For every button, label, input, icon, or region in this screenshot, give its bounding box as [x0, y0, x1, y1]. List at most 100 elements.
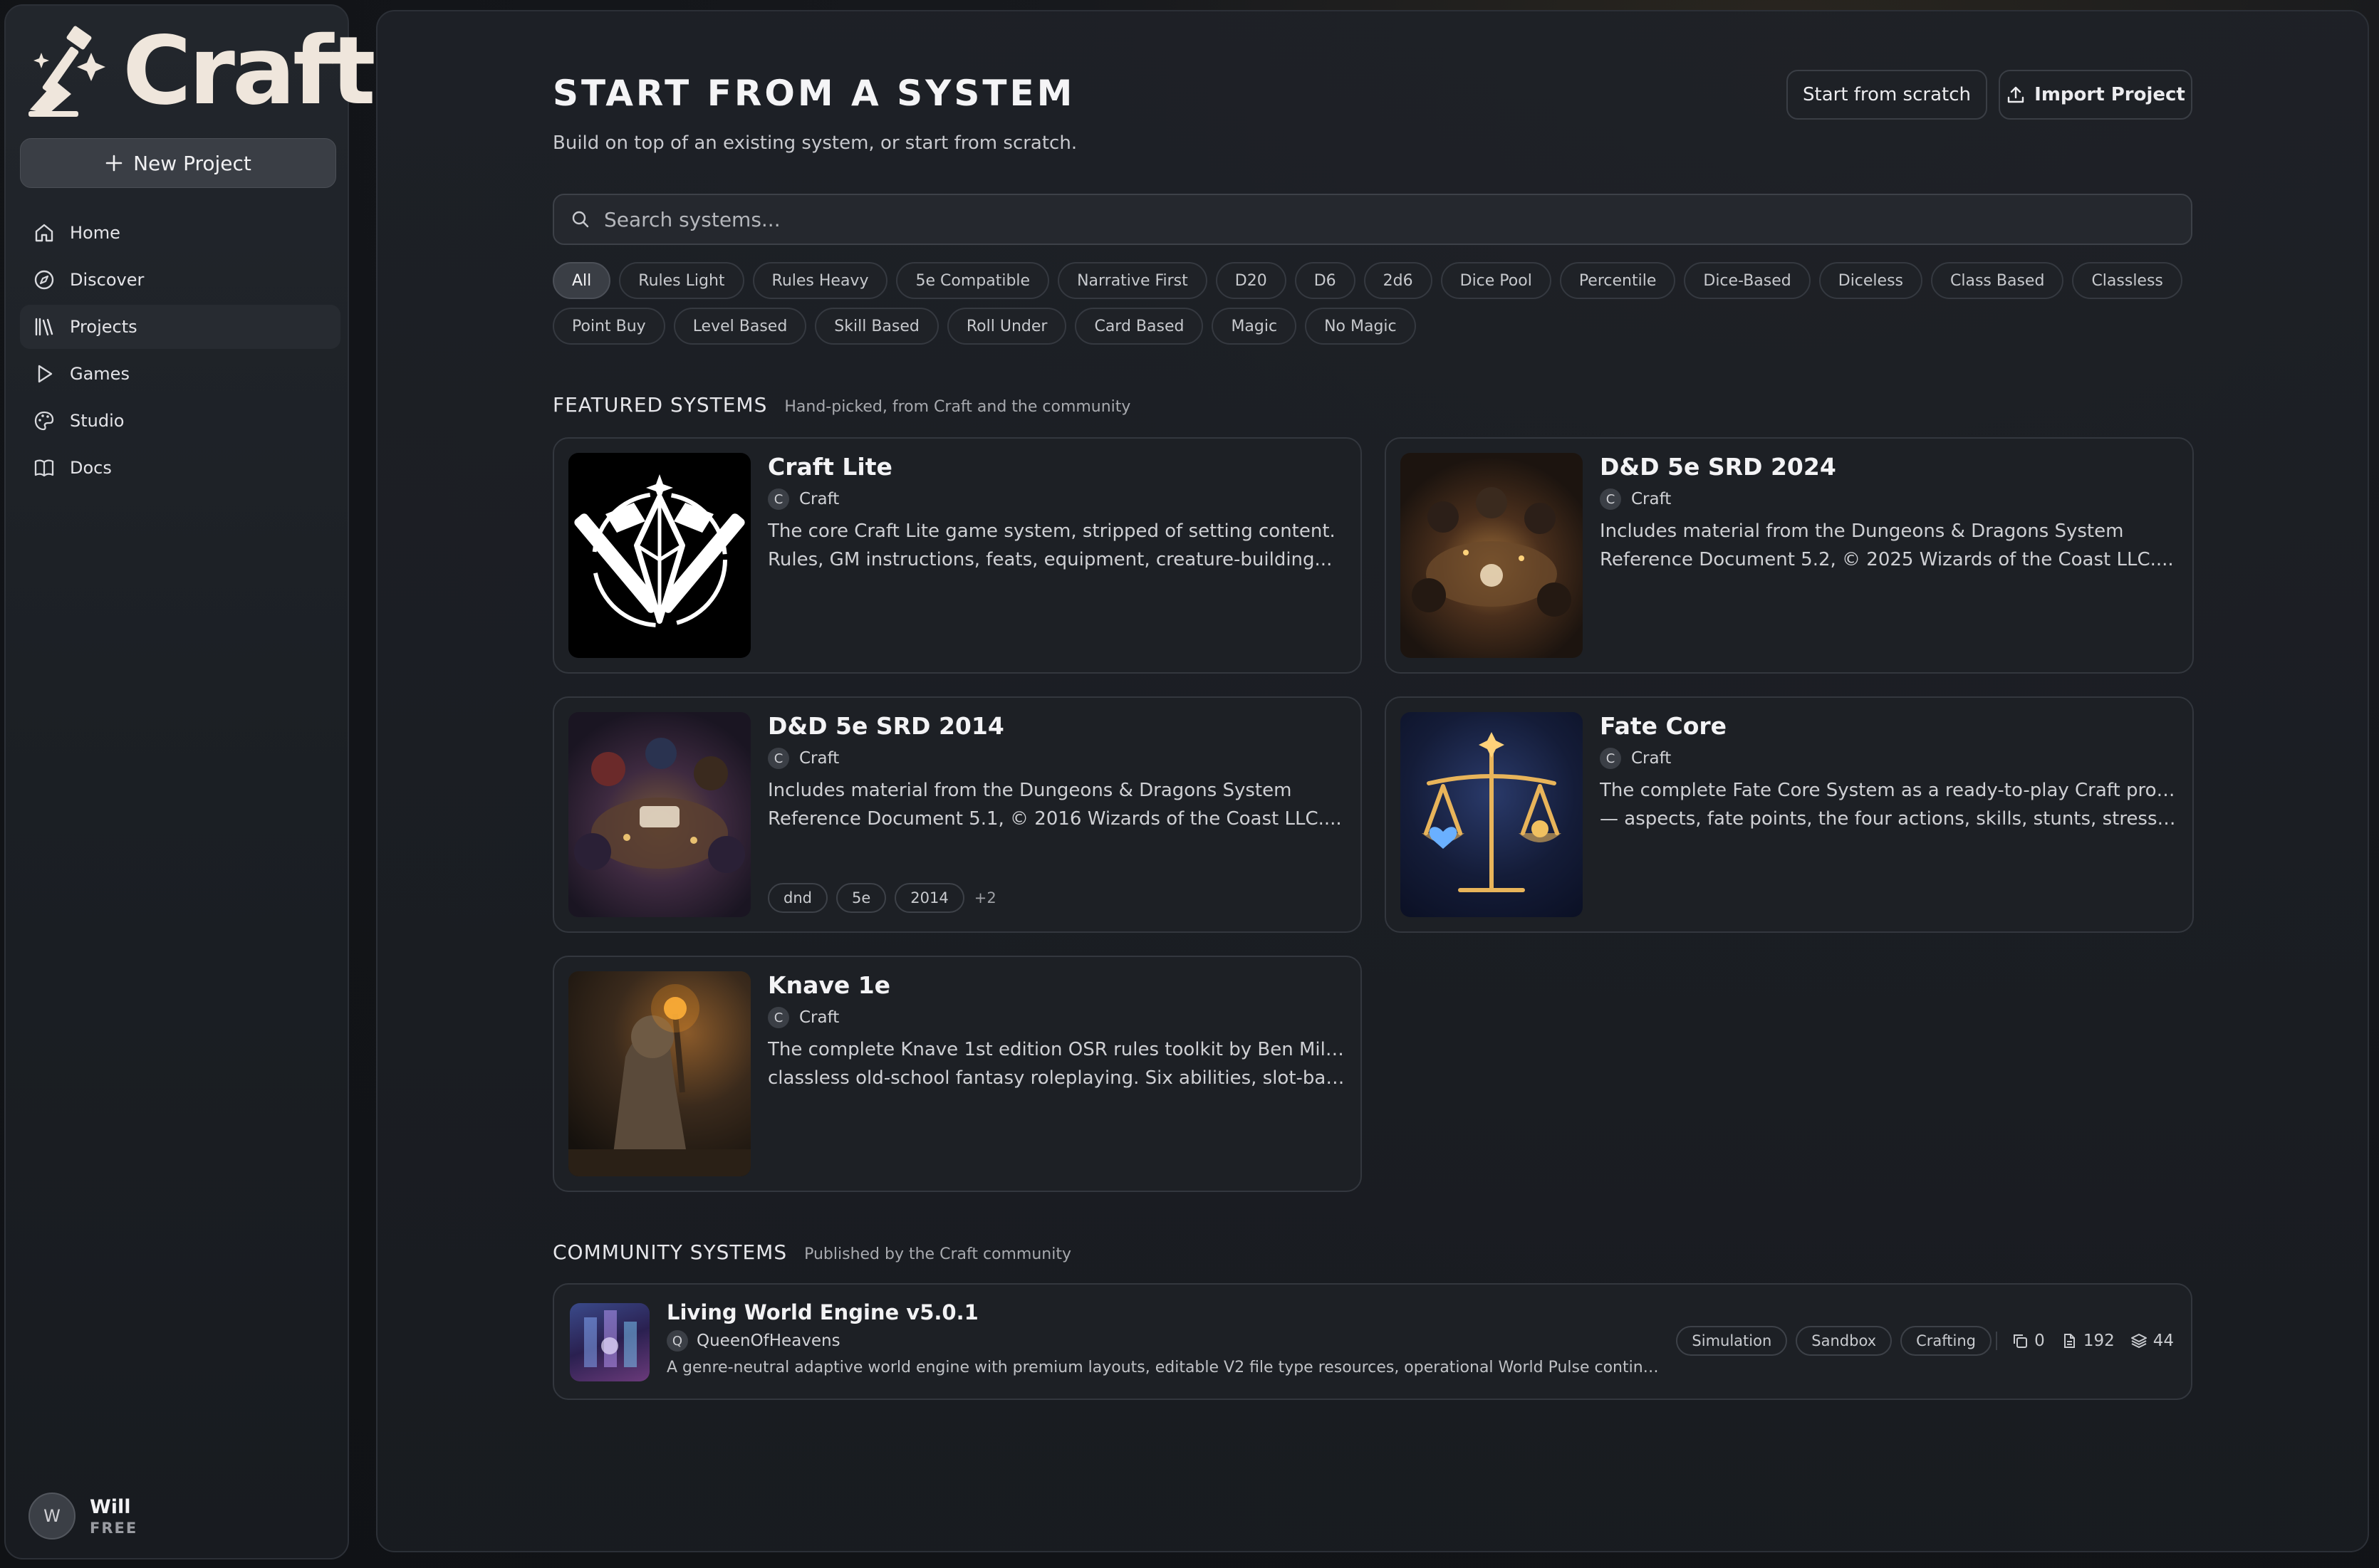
search-bar[interactable] [553, 194, 2192, 245]
featured-title: FEATURED SYSTEMS [553, 393, 768, 417]
user-profile[interactable]: W Will FREE [28, 1493, 137, 1540]
system-title: D&D 5e SRD 2014 [768, 712, 1004, 740]
system-card-dnd-5e-srd-2024[interactable]: D&D 5e SRD 2024 C Craft Includes materia… [1385, 437, 2194, 674]
tag-simulation[interactable]: Simulation [1676, 1326, 1788, 1356]
filter-chip-roll-under[interactable]: Roll Under [947, 308, 1067, 345]
tag-2014[interactable]: 2014 [895, 883, 964, 913]
sidebar-item-discover[interactable]: Discover [20, 258, 340, 302]
author-badge: Q [667, 1330, 688, 1352]
system-thumbnail [1400, 453, 1583, 658]
new-project-button[interactable]: New Project [20, 138, 336, 188]
system-author: C Craft [1600, 748, 1671, 769]
tag-dnd[interactable]: dnd [768, 883, 828, 913]
play-icon [38, 365, 53, 383]
filter-chip-2d6[interactable]: 2d6 [1363, 262, 1432, 299]
author-name: Craft [799, 1008, 840, 1027]
community-system-row[interactable]: Living World Engine v5.0.1 Q QueenOfHeav… [553, 1283, 2192, 1400]
import-project-label: Import Project [2034, 84, 2185, 105]
sidebar-item-games[interactable]: Games [20, 352, 340, 396]
system-title: D&D 5e SRD 2024 [1600, 453, 1836, 481]
filter-chip-dice-based[interactable]: Dice-Based [1684, 262, 1811, 299]
search-input[interactable] [603, 207, 1885, 232]
copy-icon [2014, 1334, 2028, 1348]
filter-chip-5e-compatible[interactable]: 5e Compatible [896, 262, 1050, 299]
files-stat: 192 [2061, 1332, 2115, 1350]
start-from-scratch-button[interactable]: Start from scratch [1786, 70, 1987, 120]
system-title: Knave 1e [768, 971, 891, 999]
search-icon [572, 211, 589, 228]
filter-chip-rules-heavy[interactable]: Rules Heavy [752, 262, 888, 299]
system-title: Living World Engine v5.0.1 [667, 1300, 979, 1324]
hammer-logo-icon [28, 26, 105, 117]
tag-crafting[interactable]: Crafting [1900, 1326, 1992, 1356]
logo-wordmark: Craft [123, 16, 376, 126]
filter-chip-d6[interactable]: D6 [1294, 262, 1355, 299]
description-line: The core Craft Lite game system, strippe… [768, 521, 1336, 542]
filter-chip-magic[interactable]: Magic [1212, 308, 1297, 345]
system-description: Includes material from the Dungeons & Dr… [768, 776, 1345, 833]
filter-chip-diceless[interactable]: Diceless [1818, 262, 1923, 299]
system-title: Craft Lite [768, 453, 892, 481]
tabletop-party-illustration-icon [574, 738, 745, 873]
system-author: Q QueenOfHeavens [667, 1330, 840, 1352]
tag-5e[interactable]: 5e [835, 883, 887, 913]
filter-chip-level-based[interactable]: Level Based [673, 308, 807, 345]
home-icon [35, 224, 53, 242]
new-project-label: New Project [133, 151, 251, 175]
filter-chip-no-magic[interactable]: No Magic [1305, 308, 1416, 345]
system-card-dnd-5e-srd-2014[interactable]: D&D 5e SRD 2014 C Craft Includes materia… [553, 696, 1362, 933]
author-name: Craft [1631, 749, 1672, 768]
system-card-fate-core[interactable]: Fate Core C Craft The complete Fate Core… [1385, 696, 2194, 933]
files-count: 192 [2083, 1332, 2115, 1350]
filter-chip-skill-based[interactable]: Skill Based [815, 308, 939, 345]
author-name: QueenOfHeavens [697, 1332, 840, 1350]
tabletop-party-illustration-icon [1412, 487, 1571, 617]
craft-logo[interactable]: Craft [27, 16, 376, 126]
filter-chip-card-based[interactable]: Card Based [1075, 308, 1204, 345]
filter-chip-narrative-first[interactable]: Narrative First [1058, 262, 1207, 299]
sidebar-item-docs[interactable]: Docs [20, 446, 340, 490]
system-description: The complete Knave 1st edition OSR rules… [768, 1035, 1345, 1092]
description-line: classless old-school fantasy roleplaying… [768, 1067, 1345, 1089]
community-subtitle: Published by the Craft community [804, 1245, 1072, 1263]
system-author: C Craft [1600, 488, 1671, 510]
sidebar-item-projects[interactable]: Projects [20, 305, 340, 349]
filter-chip-rules-light[interactable]: Rules Light [619, 262, 744, 299]
sidebar-item-label: Docs [70, 458, 112, 478]
filter-chip-dice-pool[interactable]: Dice Pool [1440, 262, 1551, 299]
system-thumbnail [1400, 712, 1583, 917]
author-badge: C [1600, 748, 1621, 769]
upload-icon [2007, 86, 2024, 103]
filter-chip-d20[interactable]: D20 [1215, 262, 1286, 299]
description-line: Reference Document 5.2, © 2025 Wizards o… [1600, 549, 2174, 570]
system-tags: Simulation Sandbox Crafting [1676, 1326, 1992, 1356]
sidebar-item-label: Studio [70, 411, 125, 431]
sidebar-item-home[interactable]: Home [20, 211, 340, 255]
featured-subtitle: Hand-picked, from Craft and the communit… [784, 398, 1131, 416]
main-panel: START FROM A SYSTEM Build on top of an e… [376, 10, 2369, 1552]
filter-chip-class-based[interactable]: Class Based [1931, 262, 2064, 299]
description-line: The complete Fate Core System as a ready… [1600, 780, 2177, 801]
library-icon [35, 318, 53, 336]
filter-chip-classless[interactable]: Classless [2072, 262, 2182, 299]
description-line: Reference Document 5.1, © 2016 Wizards o… [768, 808, 1342, 830]
description-line: Rules, GM instructions, feats, equipment… [768, 549, 1333, 570]
author-badge: C [1600, 488, 1621, 510]
filter-chip-percentile[interactable]: Percentile [1559, 262, 1676, 299]
sidebar-item-label: Projects [70, 317, 137, 337]
description-line: Includes material from the Dungeons & Dr… [1600, 521, 2124, 542]
system-description: Includes material from the Dungeons & Dr… [1600, 517, 2177, 574]
import-project-button[interactable]: Import Project [1999, 70, 2192, 120]
avatar: W [28, 1493, 76, 1540]
tag-sandbox[interactable]: Sandbox [1796, 1326, 1893, 1356]
system-card-knave-1e[interactable]: Knave 1e C Craft The complete Knave 1st … [553, 956, 1362, 1192]
copies-count: 0 [2034, 1332, 2045, 1350]
system-description: A genre-neutral adaptive world engine wi… [667, 1359, 1664, 1376]
filter-chip-all[interactable]: All [553, 262, 611, 299]
filter-chip-point-buy[interactable]: Point Buy [553, 308, 665, 345]
author-name: Craft [799, 749, 840, 768]
system-card-craft-lite[interactable]: Craft Lite C Craft The core Craft Lite g… [553, 437, 1362, 674]
page-title: START FROM A SYSTEM [553, 73, 1076, 114]
sidebar-item-studio[interactable]: Studio [20, 399, 340, 443]
system-author: C Craft [768, 748, 839, 769]
